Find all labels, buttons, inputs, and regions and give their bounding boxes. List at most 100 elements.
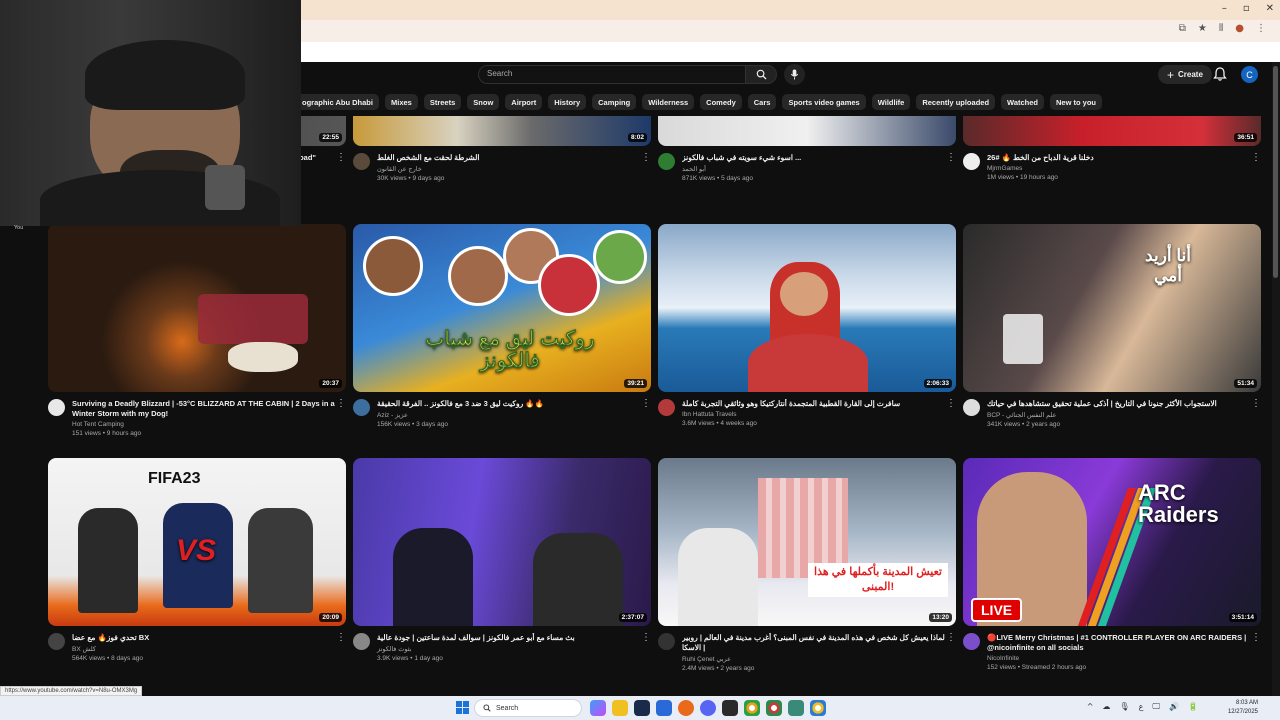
video-thumbnail[interactable]: أنا أريد أمي 51:34 <box>963 224 1261 392</box>
scrollbar-thumb[interactable] <box>1273 66 1278 278</box>
chip[interactable]: Mixes <box>384 94 418 110</box>
channel-avatar[interactable] <box>658 399 675 416</box>
channel-avatar[interactable] <box>353 153 370 170</box>
more-options-icon[interactable]: ⋮ <box>641 399 651 409</box>
channel-name[interactable]: Hot Tent Camping <box>72 421 336 428</box>
chip[interactable]: Watched <box>1001 94 1045 110</box>
chip[interactable]: History <box>548 94 587 110</box>
more-options-icon[interactable]: ⋮ <box>946 153 956 163</box>
chip[interactable]: Streets <box>423 94 462 110</box>
video-card[interactable]: تعيش المدينة بأكملها في هذا المبنى! 13:2… <box>658 458 956 672</box>
channel-avatar[interactable] <box>963 153 980 170</box>
video-title[interactable]: دخلنا قرية الدباح من الخط 🔥 #26 <box>987 153 1251 163</box>
chrome-canary-icon[interactable] <box>810 700 826 716</box>
video-thumbnail[interactable]: 2:06:33 <box>658 224 956 392</box>
more-options-icon[interactable]: ⋮ <box>336 153 346 163</box>
channel-name[interactable]: MjrmGames <box>987 165 1251 172</box>
windows-start-icon[interactable] <box>456 701 469 714</box>
copilot-icon[interactable] <box>590 700 606 716</box>
more-options-icon[interactable]: ⋮ <box>1251 399 1261 409</box>
video-card[interactable]: VS FIFA23 20:09 تحدي فوز🔥 مع عضا BX BX ك… <box>48 458 346 662</box>
channel-avatar[interactable] <box>48 633 65 650</box>
chip[interactable]: Wilderness <box>642 94 695 110</box>
video-title[interactable]: Surviving a Deadly Blizzard | -53°C BLIZ… <box>72 399 336 419</box>
terminal-icon[interactable] <box>722 700 738 716</box>
chip[interactable]: Snow <box>467 94 500 110</box>
close-icon[interactable]: ✕ <box>1266 3 1274 14</box>
taskbar-clock[interactable]: 8:03 AM 12/27/2025 <box>1228 699 1258 717</box>
more-options-icon[interactable]: ⋮ <box>946 633 956 643</box>
video-card[interactable]: 2:06:33 سافرت إلى القارة القطبية المتجمد… <box>658 224 956 427</box>
network-icon[interactable]: 🖵 <box>1152 702 1160 712</box>
video-card[interactable]: 8:02 الشرطة لحقت مع الشخص الغلط خارج عن … <box>353 116 651 182</box>
video-thumbnail[interactable]: تعيش المدينة بأكملها في هذا المبنى! 13:2… <box>658 458 956 626</box>
video-card[interactable]: روكيت ليق مع شباب فالكونز 39:21 روكيت لي… <box>353 224 651 428</box>
bookmark-star-icon[interactable]: ★ <box>1198 23 1207 34</box>
firefox-icon[interactable] <box>678 700 694 716</box>
video-title[interactable]: روكيت ليق 3 ضد 3 مع فالكونز .. الفرقة ال… <box>377 399 641 409</box>
minimize-icon[interactable]: – <box>1222 3 1227 14</box>
video-title[interactable]: 🔴LIVE Merry Christmas | #1 CONTROLLER PL… <box>987 633 1251 653</box>
channel-name[interactable]: BX كلش <box>72 645 336 653</box>
chrome-profile-icon[interactable] <box>766 700 782 716</box>
video-thumbnail[interactable]: روكيت ليق مع شباب فالكونز 39:21 <box>353 224 651 392</box>
channel-avatar[interactable] <box>353 633 370 650</box>
tray-overflow-icon[interactable]: ^ <box>1087 702 1094 712</box>
search-button[interactable] <box>745 65 777 84</box>
video-title[interactable]: سافرت إلى القارة القطبية المتجمدة أنتارك… <box>682 399 946 409</box>
video-card[interactable]: 20:37 Surviving a Deadly Blizzard | -53°… <box>48 224 346 437</box>
onedrive-icon[interactable]: ☁ <box>1102 702 1110 712</box>
channel-name[interactable]: Ruhi Çenet عربي <box>682 655 946 663</box>
channel-name[interactable]: أبو الحمد <box>682 165 946 173</box>
video-thumbnail[interactable]: 36:51 <box>963 116 1261 146</box>
channel-avatar[interactable] <box>658 633 675 650</box>
video-card[interactable]: 36:51 دخلنا قرية الدباح من الخط 🔥 #26 Mj… <box>963 116 1261 181</box>
more-options-icon[interactable]: ⋮ <box>641 153 651 163</box>
notifications-bell-icon[interactable] <box>1212 66 1228 82</box>
chip[interactable]: Camping <box>592 94 637 110</box>
channel-name[interactable]: بثوث فالكونز <box>377 645 641 653</box>
channel-name[interactable]: Ibn Hattuta Travels <box>682 411 946 418</box>
chip[interactable]: Sports video games <box>782 94 866 110</box>
video-title[interactable]: الاستجواب الأكثر جنونا في التاريخ | أذكى… <box>987 399 1251 409</box>
chip[interactable]: Comedy <box>700 94 742 110</box>
channel-name[interactable]: NicoInfinite <box>987 655 1251 662</box>
video-title[interactable]: بث مساء مع أبو عمر فالكونز | سوالف لمدة … <box>377 633 641 643</box>
chip[interactable]: Cars <box>747 94 777 110</box>
maximize-icon[interactable]: ▫ <box>1243 3 1250 14</box>
video-card[interactable]: اسوء شيء سويته في شباب فالكونز ... أبو ا… <box>658 116 956 182</box>
channel-avatar[interactable] <box>658 153 675 170</box>
chrome-icon[interactable] <box>744 700 760 716</box>
channel-avatar[interactable] <box>963 633 980 650</box>
video-title[interactable]: لماذا يعيش كل شخص في هذه المدينة في نفس … <box>682 633 946 653</box>
video-title[interactable]: الشرطة لحقت مع الشخص الغلط <box>377 153 641 163</box>
more-options-icon[interactable]: ⋮ <box>336 399 346 409</box>
video-title[interactable]: اسوء شيء سويته في شباب فالكونز ... <box>682 153 946 163</box>
video-card[interactable]: ARC Raiders LIVE 3:51:14 🔴LIVE Merry Chr… <box>963 458 1261 671</box>
more-options-icon[interactable]: ⋮ <box>641 633 651 643</box>
video-card[interactable]: أنا أريد أمي 51:34 الاستجواب الأكثر جنون… <box>963 224 1261 428</box>
more-options-icon[interactable]: ⋮ <box>946 399 956 409</box>
channel-name[interactable]: خارج عن القانون <box>377 165 641 173</box>
discord-icon[interactable] <box>700 700 716 716</box>
steam-icon[interactable] <box>634 700 650 716</box>
file-explorer-icon[interactable] <box>612 700 628 716</box>
channel-avatar[interactable] <box>353 399 370 416</box>
channel-name[interactable]: Aziz - عزيز <box>377 411 641 419</box>
video-card[interactable]: 2:37:07 بث مساء مع أبو عمر فالكونز | سوا… <box>353 458 651 662</box>
more-options-icon[interactable]: ⋮ <box>1251 153 1261 163</box>
install-icon[interactable]: ⧉ <box>1179 23 1186 34</box>
search-input[interactable]: Search <box>478 65 746 84</box>
app-icon[interactable] <box>788 700 804 716</box>
video-thumbnail[interactable]: VS FIFA23 20:09 <box>48 458 346 626</box>
voice-search-button[interactable] <box>784 64 805 85</box>
volume-icon[interactable]: 🔊 <box>1169 702 1179 712</box>
profile-icon[interactable]: ● <box>1235 23 1244 34</box>
more-options-icon[interactable]: ⋮ <box>1251 633 1261 643</box>
video-title[interactable]: تحدي فوز🔥 مع عضا BX <box>72 633 336 643</box>
video-thumbnail[interactable]: 8:02 <box>353 116 651 146</box>
channel-avatar[interactable] <box>963 399 980 416</box>
channel-avatar[interactable] <box>48 399 65 416</box>
chip[interactable]: Wildlife <box>871 94 911 110</box>
video-thumbnail[interactable] <box>658 116 956 146</box>
